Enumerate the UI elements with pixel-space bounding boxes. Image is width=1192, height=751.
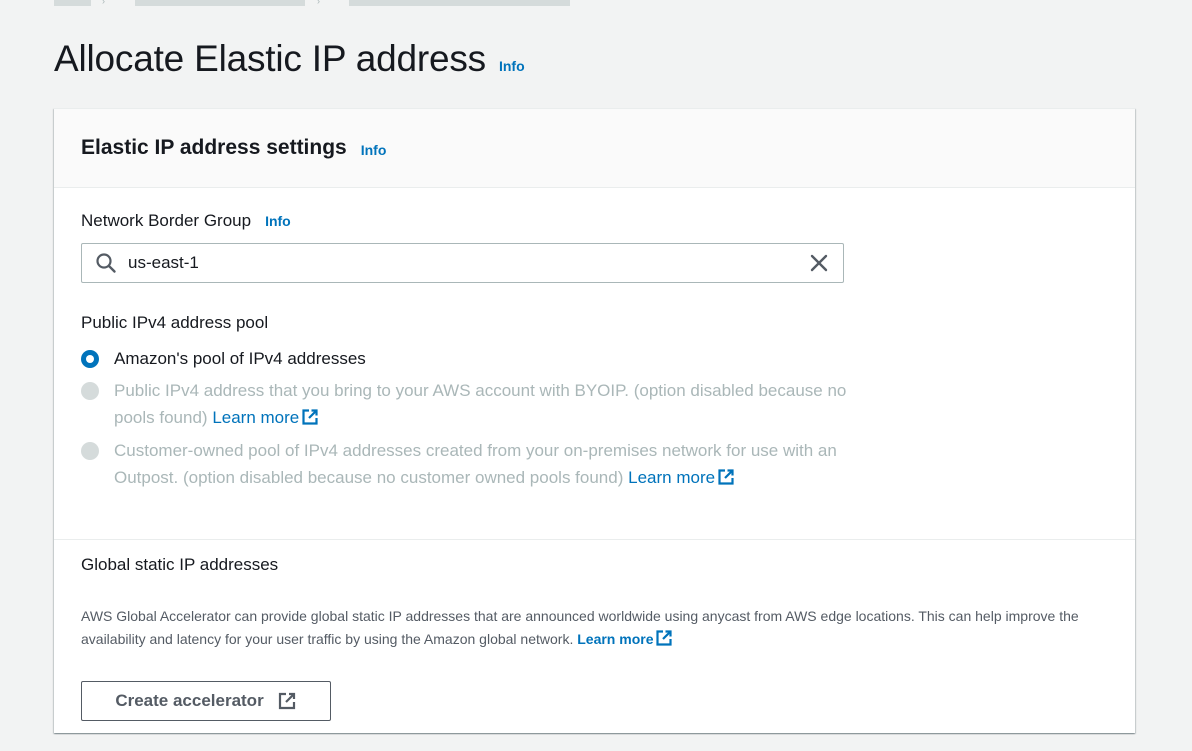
external-link-icon: [656, 630, 673, 646]
learn-more-label: Learn more: [212, 408, 300, 427]
breadcrumb-item[interactable]: [135, 0, 305, 6]
search-icon: [96, 253, 116, 273]
external-link-icon: [718, 469, 734, 485]
option-text-wrapper: Customer-owned pool of IPv4 addresses cr…: [114, 437, 849, 491]
global-static-ip-label: Global static IP addresses: [81, 555, 279, 574]
ipv4-pool-option-customer-owned: Customer-owned pool of IPv4 addresses cr…: [81, 437, 849, 491]
network-border-group-value[interactable]: us-east-1: [128, 253, 808, 273]
radio-button-disabled: [81, 442, 99, 460]
panel-title: Elastic IP address settings: [81, 136, 347, 159]
option-label: Amazon's pool of IPv4 addresses: [114, 349, 366, 368]
breadcrumb-item: [349, 0, 570, 6]
panel-info-link[interactable]: Info: [361, 142, 387, 158]
learn-more-link[interactable]: Learn more: [212, 408, 319, 427]
external-link-icon: [278, 692, 295, 710]
ipv4-pool-option-amazon[interactable]: Amazon's pool of IPv4 addresses: [81, 347, 366, 374]
panel-header: Elastic IP address settings Info: [54, 109, 1135, 188]
global-static-ip-description: AWS Global Accelerator can provide globa…: [81, 605, 1111, 651]
learn-more-label: Learn more: [628, 468, 716, 487]
network-border-group-label: Network Border Group: [81, 211, 252, 230]
radio-button-disabled: [81, 382, 99, 400]
learn-more-link[interactable]: Learn more: [628, 468, 735, 487]
radio-button-selected[interactable]: [81, 350, 99, 368]
option-text-wrapper: Public IPv4 address that you bring to yo…: [114, 377, 849, 431]
create-accelerator-button[interactable]: Create accelerator: [81, 681, 331, 721]
network-border-group-select[interactable]: us-east-1: [81, 243, 844, 283]
ipv4-pool-label: Public IPv4 address pool: [81, 313, 269, 332]
chevron-right-icon: ›: [317, 0, 320, 6]
settings-panel: Elastic IP address settings Info Network…: [54, 108, 1135, 733]
network-border-group-label-row: Network Border Group Info: [81, 211, 291, 231]
external-link-icon: [302, 409, 318, 425]
create-accelerator-label: Create accelerator: [115, 691, 264, 710]
ipv4-pool-option-byoip: Public IPv4 address that you bring to yo…: [81, 377, 849, 431]
learn-more-label: Learn more: [577, 631, 654, 647]
learn-more-link[interactable]: Learn more: [577, 630, 673, 647]
close-icon[interactable]: [808, 252, 830, 274]
page-info-link[interactable]: Info: [499, 58, 525, 74]
network-border-group-info-link[interactable]: Info: [265, 213, 291, 229]
page-title: Allocate Elastic IP address: [54, 38, 486, 79]
chevron-right-icon: ›: [102, 0, 105, 6]
section-divider: [54, 539, 1135, 540]
page-header: Allocate Elastic IP address Info: [54, 38, 525, 80]
breadcrumb-item[interactable]: [54, 0, 91, 6]
